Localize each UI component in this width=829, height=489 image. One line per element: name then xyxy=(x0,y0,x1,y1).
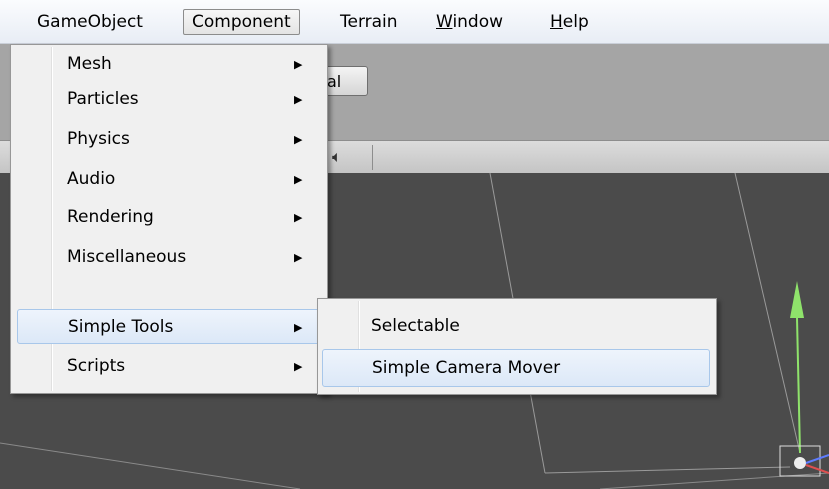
simple-tools-submenu: Selectable Simple Camera Mover xyxy=(317,298,717,395)
menu-window-accel: W xyxy=(436,12,453,32)
submenu-arrow-icon: ▶ xyxy=(294,251,303,264)
submenu-arrow-icon: ▶ xyxy=(294,58,303,71)
menu-component[interactable]: Component xyxy=(183,9,300,35)
menu-item-label: Simple Camera Mover xyxy=(372,358,561,378)
menu-item-label: Simple Tools xyxy=(68,317,174,337)
menu-terrain[interactable]: Terrain xyxy=(332,9,406,35)
menu-window-label: indow xyxy=(452,12,504,32)
menu-help-label: elp xyxy=(562,12,589,32)
menu-help[interactable]: Help xyxy=(542,9,597,35)
menu-item-scripts[interactable]: Scripts ▶ xyxy=(14,349,324,384)
menu-item-label: Selectable xyxy=(371,316,460,336)
menu-item-audio[interactable]: Audio ▶ xyxy=(14,162,324,197)
menu-item-label: Audio xyxy=(67,169,116,189)
menu-item-simple-camera-mover[interactable]: Simple Camera Mover xyxy=(322,349,710,387)
menu-item-miscellaneous[interactable]: Miscellaneous ▶ xyxy=(14,240,324,275)
submenu-arrow-icon: ▶ xyxy=(294,93,303,106)
toolbar-separator xyxy=(372,145,373,170)
speaker-icon[interactable]: 🔈︎ xyxy=(332,147,342,167)
menu-bar: GameObject Component Terrain Window Help xyxy=(0,0,829,44)
submenu-arrow-icon: ▶ xyxy=(294,133,303,146)
menu-item-simple-tools[interactable]: Simple Tools ▶ xyxy=(17,309,321,344)
menu-item-particles[interactable]: Particles ▶ xyxy=(14,82,324,117)
menu-item-label: Scripts xyxy=(67,356,126,376)
menu-gameobject-label: GameObject xyxy=(37,12,143,32)
toolbar-button[interactable]: al xyxy=(322,66,368,96)
menu-item-physics[interactable]: Physics ▶ xyxy=(14,122,324,157)
menu-item-label: Rendering xyxy=(67,207,154,227)
menu-item-selectable[interactable]: Selectable xyxy=(321,309,713,344)
menu-component-label: Component xyxy=(192,12,291,32)
move-gizmo-icon xyxy=(779,281,829,477)
toolbar-button-label: al xyxy=(327,72,342,91)
submenu-arrow-icon: ▶ xyxy=(294,360,303,373)
menu-item-label: Particles xyxy=(67,89,139,109)
menu-item-label: Miscellaneous xyxy=(67,247,187,267)
menu-item-rendering[interactable]: Rendering ▶ xyxy=(14,200,324,235)
submenu-arrow-icon: ▶ xyxy=(294,321,303,334)
menu-window[interactable]: Window xyxy=(428,9,511,35)
menu-gameobject[interactable]: GameObject xyxy=(29,9,151,35)
menu-item-label: Mesh xyxy=(67,54,112,74)
menu-item-mesh[interactable]: Mesh ▶ xyxy=(14,47,324,82)
menu-help-accel: H xyxy=(550,12,563,32)
menu-terrain-label: Terrain xyxy=(340,12,398,32)
component-menu: Mesh ▶ Particles ▶ Physics ▶ Audio ▶ Renderi… xyxy=(10,44,328,394)
menu-item-label: Physics xyxy=(67,129,130,149)
submenu-arrow-icon: ▶ xyxy=(294,211,303,224)
submenu-arrow-icon: ▶ xyxy=(294,173,303,186)
